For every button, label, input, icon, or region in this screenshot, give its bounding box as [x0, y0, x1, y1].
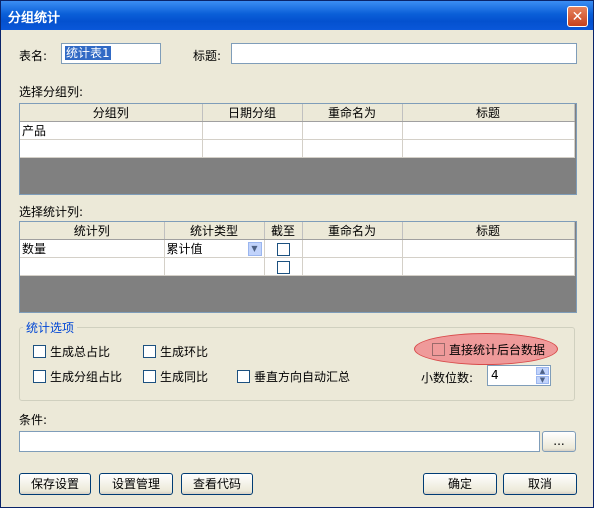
yoy-ratio-option[interactable]: 生成同比 — [143, 368, 208, 385]
vertical-sum-option[interactable]: 垂直方向自动汇总 — [237, 368, 350, 385]
stat-type-value: 累计值 — [166, 242, 203, 256]
rename-cell[interactable] — [302, 239, 403, 258]
stat-type-header[interactable]: 统计类型 — [164, 222, 265, 240]
date-group-cell[interactable] — [202, 139, 303, 158]
cutoff-cell[interactable] — [264, 239, 303, 258]
yoy-ratio-label: 生成同比 — [160, 370, 209, 384]
table-row[interactable] — [20, 257, 575, 276]
date-group-header[interactable]: 日期分组 — [202, 104, 303, 122]
dialog-window: 分组统计 ✕ 表名: 统计表1 标题: 选择分组列: 分组列 日期分组 重命名为… — [0, 0, 594, 508]
stat-col-cell[interactable]: 数量 — [20, 239, 165, 258]
title-label: 标题: — [193, 49, 222, 63]
group-grid[interactable]: 分组列 日期分组 重命名为 标题 产品 — [19, 103, 577, 195]
group-ratio-checkbox[interactable] — [33, 370, 46, 383]
condition-label: 条件: — [19, 413, 48, 427]
title-cell[interactable] — [402, 139, 575, 158]
group-cell[interactable] — [20, 139, 203, 158]
view-code-button[interactable]: 查看代码 — [181, 473, 253, 495]
rename-header[interactable]: 重命名为 — [302, 104, 403, 122]
window-title: 分组统计 — [8, 11, 61, 26]
stepper-up-icon[interactable]: ▲ — [536, 367, 549, 375]
group-cell[interactable]: 产品 — [20, 121, 203, 140]
title-header[interactable]: 标题 — [402, 222, 575, 240]
chain-ratio-checkbox[interactable] — [143, 345, 156, 358]
rename-cell[interactable] — [302, 139, 403, 158]
total-ratio-label: 生成总占比 — [50, 345, 111, 359]
chevron-down-icon[interactable]: ▼ — [247, 242, 262, 256]
yoy-ratio-checkbox[interactable] — [143, 370, 156, 383]
rename-cell[interactable] — [302, 257, 403, 276]
title-input[interactable] — [231, 43, 577, 64]
group-ratio-label: 生成分组占比 — [50, 370, 123, 384]
direct-backend-label: 直接统计后台数据 — [449, 343, 546, 357]
table-row[interactable] — [20, 139, 575, 158]
chain-ratio-label: 生成环比 — [160, 345, 209, 359]
group-col-header[interactable]: 分组列 — [20, 104, 203, 122]
title-header[interactable]: 标题 — [402, 104, 575, 122]
rename-cell[interactable] — [302, 121, 403, 140]
direct-backend-option[interactable]: 直接统计后台数据 — [432, 341, 545, 358]
manage-settings-button[interactable]: 设置管理 — [99, 473, 173, 495]
group-section-label: 选择分组列: — [19, 85, 84, 99]
cutoff-checkbox[interactable] — [276, 242, 290, 256]
decimals-stepper[interactable]: 4 ▲ ▼ — [487, 365, 551, 386]
close-icon[interactable]: ✕ — [567, 6, 588, 27]
stat-type-cell[interactable] — [164, 257, 265, 276]
total-ratio-option[interactable]: 生成总占比 — [33, 343, 110, 360]
table-name-label: 表名: — [19, 49, 48, 63]
cutoff-checkbox[interactable] — [276, 260, 290, 274]
date-group-cell[interactable] — [202, 121, 303, 140]
chain-ratio-option[interactable]: 生成环比 — [143, 343, 208, 360]
browse-button[interactable]: ... — [542, 431, 576, 452]
ok-button[interactable]: 确定 — [423, 473, 497, 495]
decimals-label: 小数位数: — [421, 371, 474, 385]
table-row[interactable]: 产品 — [20, 121, 575, 140]
table-row[interactable]: 数量 累计值 ▼ — [20, 239, 575, 258]
stat-col-cell[interactable] — [20, 257, 165, 276]
stat-grid[interactable]: 统计列 统计类型 截至 重命名为 标题 数量 累计值 ▼ — [19, 221, 577, 313]
stepper-down-icon[interactable]: ▼ — [536, 376, 549, 384]
title-cell[interactable] — [402, 257, 575, 276]
title-bar[interactable]: 分组统计 ✕ — [1, 1, 593, 30]
table-name-value: 统计表1 — [65, 46, 111, 60]
stat-col-header[interactable]: 统计列 — [20, 222, 165, 240]
rename-header[interactable]: 重命名为 — [302, 222, 403, 240]
direct-backend-checkbox[interactable] — [432, 343, 445, 356]
vertical-sum-label: 垂直方向自动汇总 — [254, 370, 351, 384]
decimals-value: 4 — [491, 368, 499, 382]
total-ratio-checkbox[interactable] — [33, 345, 46, 358]
title-cell[interactable] — [402, 121, 575, 140]
table-name-input[interactable]: 统计表1 — [61, 43, 161, 64]
title-cell[interactable] — [402, 239, 575, 258]
cutoff-cell[interactable] — [264, 257, 303, 276]
stat-section-label: 选择统计列: — [19, 205, 84, 219]
cutoff-header[interactable]: 截至 — [264, 222, 303, 240]
stat-options-title: 统计选项 — [23, 319, 78, 336]
condition-input[interactable] — [19, 431, 540, 452]
stat-type-select[interactable]: 累计值 ▼ — [164, 239, 265, 258]
vertical-sum-checkbox[interactable] — [237, 370, 250, 383]
save-settings-button[interactable]: 保存设置 — [19, 473, 91, 495]
cancel-button[interactable]: 取消 — [503, 473, 577, 495]
group-ratio-option[interactable]: 生成分组占比 — [33, 368, 122, 385]
